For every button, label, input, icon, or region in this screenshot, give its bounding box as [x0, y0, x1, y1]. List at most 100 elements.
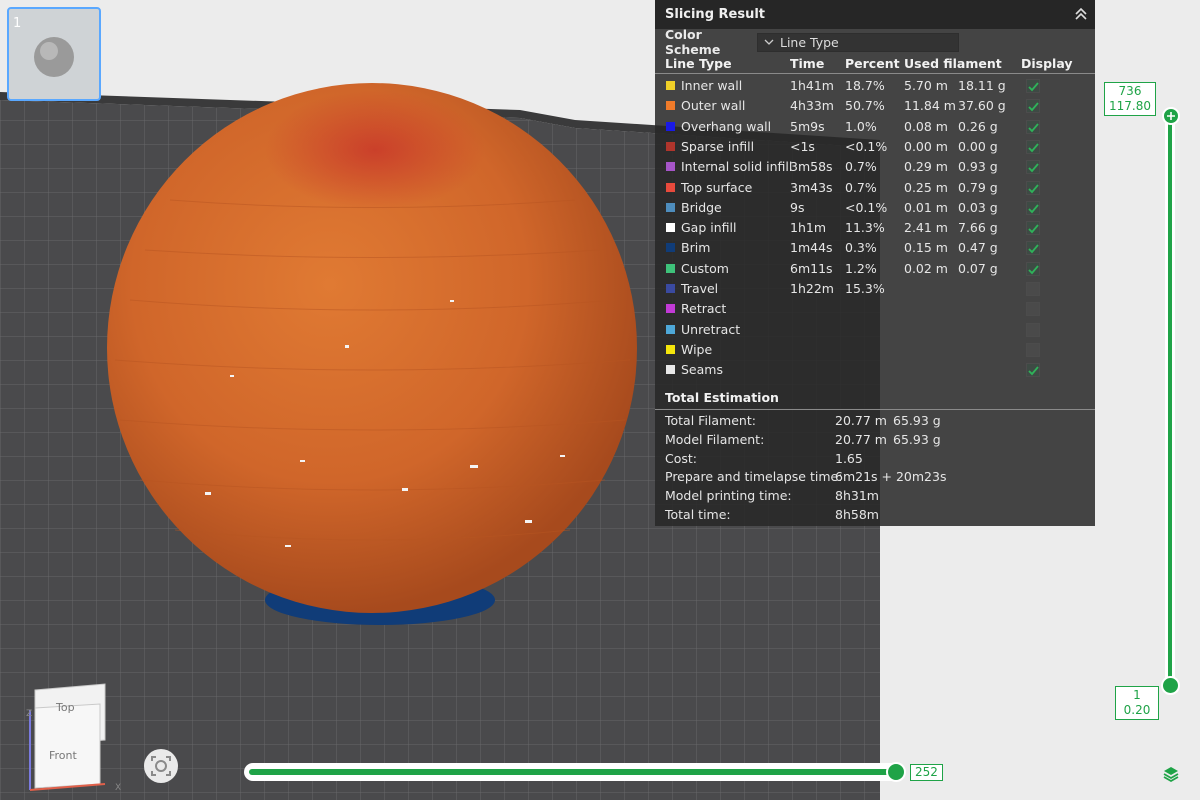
weight-cell: 0.93 g — [958, 159, 998, 175]
color-scheme-dropdown[interactable]: Line Type — [757, 32, 959, 52]
total-label: Prepare and timelapse time: — [665, 469, 843, 485]
header-display: Display — [1021, 56, 1073, 71]
line-type-name: Bridge — [681, 199, 722, 215]
total-estimation-title: Total Estimation — [665, 390, 779, 405]
percent-cell: <0.1% — [845, 138, 888, 154]
line-type-swatch — [666, 141, 675, 151]
display-checkbox[interactable] — [1026, 160, 1040, 175]
display-checkbox[interactable] — [1026, 200, 1040, 215]
line-type-name: Unretract — [681, 321, 741, 337]
display-checkbox[interactable] — [1026, 79, 1040, 93]
total-value-2: 65.93 g — [893, 413, 941, 428]
panel-header: Slicing Result — [655, 0, 1095, 29]
line-type-name: Internal solid infill — [681, 159, 793, 175]
display-checkbox[interactable] — [1026, 363, 1040, 378]
layer-slider-top-handle[interactable] — [1162, 107, 1180, 125]
chevron-down-icon — [764, 39, 774, 45]
move-slider-track[interactable] — [244, 763, 904, 781]
length-cell: 0.00 m — [904, 138, 948, 154]
line-type-swatch — [666, 202, 675, 212]
line-type-name: Inner wall — [681, 78, 743, 93]
percent-cell: 0.3% — [845, 240, 877, 256]
layer-slider-bottom-handle[interactable] — [1161, 676, 1180, 695]
line-type-swatch — [666, 365, 675, 375]
model-thumbnail-icon — [34, 37, 74, 77]
cube-top-label: Top — [55, 701, 75, 714]
time-cell: 3m58s — [790, 159, 833, 175]
total-value-1: 20.77 m — [835, 413, 887, 428]
view-cube[interactable]: Top Front X Z — [25, 680, 125, 795]
length-cell: 11.84 m — [904, 98, 956, 114]
table-row: Sparse infill <1s <0.1% 0.00 m 0.00 g — [655, 137, 1095, 157]
total-value-1: 20.77 m — [835, 431, 887, 447]
line-type-name: Overhang wall — [681, 118, 772, 134]
line-type-name: Travel — [681, 281, 719, 296]
display-checkbox[interactable] — [1026, 282, 1040, 296]
weight-cell: 18.11 g — [958, 78, 1006, 93]
recenter-camera-icon[interactable] — [143, 748, 179, 784]
line-type-swatch — [666, 324, 675, 334]
checkmark-icon — [1028, 163, 1039, 173]
total-label: Model Filament: — [665, 431, 765, 447]
header-percent: Percent — [845, 56, 900, 71]
table-row: Internal solid infill 3m58s 0.7% 0.29 m 0.93… — [655, 157, 1095, 177]
display-checkbox[interactable] — [1026, 302, 1040, 317]
line-type-swatch — [666, 284, 675, 293]
percent-cell: 1.0% — [845, 118, 877, 134]
line-type-swatch — [666, 223, 675, 233]
layers-icon[interactable] — [1161, 764, 1181, 784]
display-checkbox[interactable] — [1026, 99, 1040, 114]
checkmark-icon — [1028, 265, 1039, 275]
total-row: Total time: 8h58m — [655, 506, 1095, 525]
axis-z-label: Z — [26, 709, 32, 719]
total-row: Model Filament: 20.77 m 65.93 g — [655, 431, 1095, 450]
table-row: Wipe — [655, 340, 1095, 360]
display-checkbox[interactable] — [1026, 119, 1040, 134]
layer-slider-track[interactable] — [1165, 116, 1175, 686]
display-checkbox[interactable] — [1026, 241, 1040, 256]
table-row: Brim 1m44s 0.3% 0.15 m 0.47 g — [655, 238, 1095, 258]
collapse-icon[interactable] — [1073, 6, 1089, 22]
display-checkbox[interactable] — [1026, 342, 1040, 357]
header-used-filament: Used filament — [904, 56, 1002, 71]
percent-cell: 15.3% — [845, 281, 885, 296]
layer-slider-fill — [1168, 116, 1172, 686]
total-value-1: 8h58m — [835, 507, 879, 522]
top-layer-height: 117.80 — [1109, 99, 1151, 113]
time-cell: 1h1m — [790, 220, 827, 236]
line-type-swatch — [666, 344, 675, 354]
weight-cell: 0.00 g — [958, 138, 998, 154]
table-row: Retract — [655, 299, 1095, 319]
weight-cell: 0.47 g — [958, 240, 998, 256]
top-layer-number: 736 — [1118, 84, 1142, 98]
line-type-swatch — [666, 101, 675, 111]
checkmark-icon — [1028, 366, 1039, 376]
time-cell: 3m43s — [790, 179, 833, 195]
checkmark-icon — [1028, 143, 1039, 153]
move-slider-handle[interactable] — [886, 762, 906, 782]
time-cell: 9s — [790, 199, 805, 215]
line-type-name: Outer wall — [681, 98, 746, 114]
total-value-1: 8h31m — [835, 488, 879, 504]
total-label: Model printing time: — [665, 488, 792, 504]
checkmark-icon — [1028, 204, 1039, 214]
display-checkbox[interactable] — [1026, 221, 1040, 236]
total-value-1: 1.65 — [835, 450, 863, 466]
color-scheme-row: Color Scheme Line Type — [655, 27, 1095, 57]
display-checkbox[interactable] — [1026, 180, 1040, 195]
display-checkbox[interactable] — [1026, 261, 1040, 276]
percent-cell: 50.7% — [845, 98, 885, 114]
slicing-result-panel: Slicing Result Color Scheme Line Type Li… — [655, 0, 1095, 526]
line-type-swatch — [666, 182, 675, 192]
display-checkbox[interactable] — [1026, 322, 1040, 337]
total-value-2: 65.93 g — [893, 431, 941, 447]
display-checkbox[interactable] — [1026, 139, 1040, 154]
length-cell: 0.25 m — [904, 179, 948, 195]
percent-cell: 1.2% — [845, 260, 877, 276]
length-cell: 0.29 m — [904, 159, 948, 175]
checkmark-icon — [1028, 123, 1039, 132]
percent-cell: 18.7% — [845, 78, 885, 93]
weight-cell: 0.03 g — [958, 199, 998, 215]
line-type-name: Gap infill — [681, 220, 737, 236]
top-surface-area — [265, 90, 485, 210]
